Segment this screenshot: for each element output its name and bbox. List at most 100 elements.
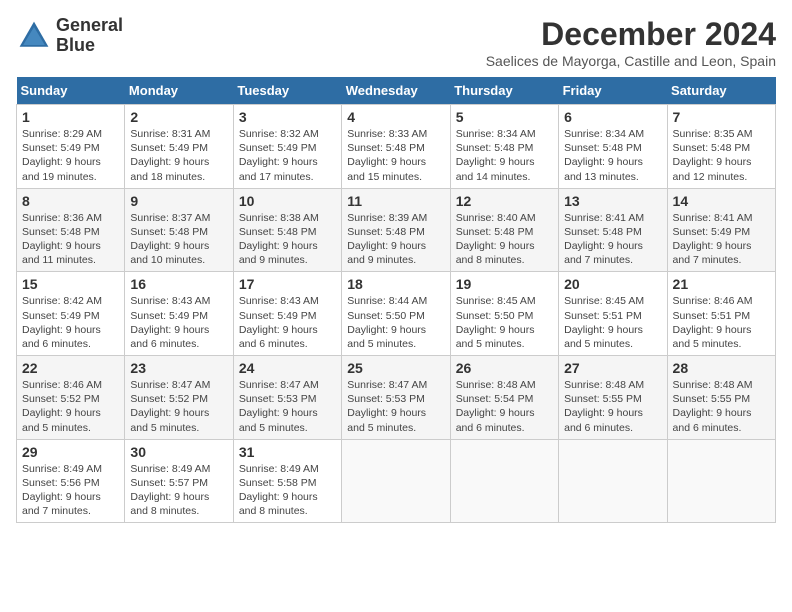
day-number: 17: [239, 276, 336, 292]
day-info: Sunrise: 8:36 AMSunset: 5:48 PMDaylight:…: [22, 211, 119, 268]
week-row-4: 22Sunrise: 8:46 AMSunset: 5:52 PMDayligh…: [17, 356, 776, 440]
day-number: 28: [673, 360, 770, 376]
column-header-friday: Friday: [559, 77, 667, 105]
day-info: Sunrise: 8:42 AMSunset: 5:49 PMDaylight:…: [22, 294, 119, 351]
day-number: 5: [456, 109, 553, 125]
day-number: 18: [347, 276, 444, 292]
day-info: Sunrise: 8:49 AMSunset: 5:58 PMDaylight:…: [239, 462, 336, 519]
day-number: 4: [347, 109, 444, 125]
calendar-cell: [450, 439, 558, 523]
day-info: Sunrise: 8:33 AMSunset: 5:48 PMDaylight:…: [347, 127, 444, 184]
day-info: Sunrise: 8:43 AMSunset: 5:49 PMDaylight:…: [130, 294, 227, 351]
calendar-cell: 20 Sunrise: 8:45 AMSunset: 5:51 PMDayligh…: [559, 272, 667, 356]
calendar-cell: 24 Sunrise: 8:47 AMSunset: 5:53 PMDayligh…: [233, 356, 341, 440]
calendar-cell: 1 Sunrise: 8:29 AMSunset: 5:49 PMDaylight…: [17, 105, 125, 189]
day-info: Sunrise: 8:34 AMSunset: 5:48 PMDaylight:…: [564, 127, 661, 184]
day-info: Sunrise: 8:41 AMSunset: 5:48 PMDaylight:…: [564, 211, 661, 268]
day-number: 16: [130, 276, 227, 292]
calendar-cell: 19Sunrise: 8:45 AMSunset: 5:50 PMDayligh…: [450, 272, 558, 356]
column-header-monday: Monday: [125, 77, 233, 105]
day-info: Sunrise: 8:29 AMSunset: 5:49 PMDaylight:…: [22, 127, 119, 184]
calendar-cell: 22Sunrise: 8:46 AMSunset: 5:52 PMDayligh…: [17, 356, 125, 440]
day-number: 14: [673, 193, 770, 209]
day-number: 15: [22, 276, 119, 292]
column-header-saturday: Saturday: [667, 77, 775, 105]
week-row-3: 15 Sunrise: 8:42 AMSunset: 5:49 PMDayligh…: [17, 272, 776, 356]
logo-text: General Blue: [56, 16, 123, 56]
day-number: 13: [564, 193, 661, 209]
calendar-cell: 3 Sunrise: 8:32 AMSunset: 5:49 PMDaylight…: [233, 105, 341, 189]
day-info: Sunrise: 8:49 AMSunset: 5:56 PMDaylight:…: [22, 462, 119, 519]
day-number: 20: [564, 276, 661, 292]
calendar-cell: 16 Sunrise: 8:43 AMSunset: 5:49 PMDayligh…: [125, 272, 233, 356]
day-number: 25: [347, 360, 444, 376]
day-info: Sunrise: 8:37 AMSunset: 5:48 PMDaylight:…: [130, 211, 227, 268]
day-info: Sunrise: 8:39 AMSunset: 5:48 PMDaylight:…: [347, 211, 444, 268]
calendar-cell: 27 Sunrise: 8:48 AMSunset: 5:55 PMDayligh…: [559, 356, 667, 440]
day-number: 7: [673, 109, 770, 125]
day-info: Sunrise: 8:31 AMSunset: 5:49 PMDaylight:…: [130, 127, 227, 184]
day-info: Sunrise: 8:48 AMSunset: 5:55 PMDaylight:…: [564, 378, 661, 435]
main-title: December 2024: [486, 16, 776, 53]
day-number: 21: [673, 276, 770, 292]
calendar-cell: 12Sunrise: 8:40 AMSunset: 5:48 PMDayligh…: [450, 188, 558, 272]
day-number: 3: [239, 109, 336, 125]
calendar-cell: 9 Sunrise: 8:37 AMSunset: 5:48 PMDaylight…: [125, 188, 233, 272]
week-row-2: 8 Sunrise: 8:36 AMSunset: 5:48 PMDaylight…: [17, 188, 776, 272]
day-info: Sunrise: 8:38 AMSunset: 5:48 PMDaylight:…: [239, 211, 336, 268]
day-number: 11: [347, 193, 444, 209]
day-number: 8: [22, 193, 119, 209]
calendar-cell: 6 Sunrise: 8:34 AMSunset: 5:48 PMDaylight…: [559, 105, 667, 189]
calendar-cell: 18 Sunrise: 8:44 AMSunset: 5:50 PMDayligh…: [342, 272, 450, 356]
calendar-cell: 13 Sunrise: 8:41 AMSunset: 5:48 PMDayligh…: [559, 188, 667, 272]
calendar-cell: 23Sunrise: 8:47 AMSunset: 5:52 PMDayligh…: [125, 356, 233, 440]
day-info: Sunrise: 8:44 AMSunset: 5:50 PMDaylight:…: [347, 294, 444, 351]
column-header-tuesday: Tuesday: [233, 77, 341, 105]
calendar-cell: 31 Sunrise: 8:49 AMSunset: 5:58 PMDayligh…: [233, 439, 341, 523]
logo-icon: [16, 18, 52, 54]
week-row-1: 1 Sunrise: 8:29 AMSunset: 5:49 PMDaylight…: [17, 105, 776, 189]
day-number: 2: [130, 109, 227, 125]
day-number: 22: [22, 360, 119, 376]
calendar-cell: 8 Sunrise: 8:36 AMSunset: 5:48 PMDaylight…: [17, 188, 125, 272]
day-number: 26: [456, 360, 553, 376]
page-header: General Blue December 2024 Saelices de M…: [16, 16, 776, 69]
calendar-cell: 21Sunrise: 8:46 AMSunset: 5:51 PMDayligh…: [667, 272, 775, 356]
day-number: 1: [22, 109, 119, 125]
calendar-cell: 15 Sunrise: 8:42 AMSunset: 5:49 PMDayligh…: [17, 272, 125, 356]
day-info: Sunrise: 8:47 AMSunset: 5:53 PMDaylight:…: [347, 378, 444, 435]
calendar-cell: 25 Sunrise: 8:47 AMSunset: 5:53 PMDayligh…: [342, 356, 450, 440]
column-header-sunday: Sunday: [17, 77, 125, 105]
calendar-cell: 2 Sunrise: 8:31 AMSunset: 5:49 PMDaylight…: [125, 105, 233, 189]
calendar-cell: 30 Sunrise: 8:49 AMSunset: 5:57 PMDayligh…: [125, 439, 233, 523]
calendar-cell: 14Sunrise: 8:41 AMSunset: 5:49 PMDayligh…: [667, 188, 775, 272]
day-info: Sunrise: 8:34 AMSunset: 5:48 PMDaylight:…: [456, 127, 553, 184]
day-info: Sunrise: 8:45 AMSunset: 5:51 PMDaylight:…: [564, 294, 661, 351]
day-number: 27: [564, 360, 661, 376]
day-number: 19: [456, 276, 553, 292]
day-number: 9: [130, 193, 227, 209]
calendar-cell: 5 Sunrise: 8:34 AMSunset: 5:48 PMDaylight…: [450, 105, 558, 189]
calendar-cell: [667, 439, 775, 523]
day-info: Sunrise: 8:48 AMSunset: 5:55 PMDaylight:…: [673, 378, 770, 435]
day-info: Sunrise: 8:43 AMSunset: 5:49 PMDaylight:…: [239, 294, 336, 351]
column-header-wednesday: Wednesday: [342, 77, 450, 105]
calendar-cell: [559, 439, 667, 523]
day-number: 23: [130, 360, 227, 376]
day-number: 31: [239, 444, 336, 460]
day-number: 29: [22, 444, 119, 460]
logo: General Blue: [16, 16, 123, 56]
header-row: SundayMondayTuesdayWednesdayThursdayFrid…: [17, 77, 776, 105]
day-info: Sunrise: 8:49 AMSunset: 5:57 PMDaylight:…: [130, 462, 227, 519]
day-number: 30: [130, 444, 227, 460]
day-number: 6: [564, 109, 661, 125]
calendar-cell: 7Sunrise: 8:35 AMSunset: 5:48 PMDaylight…: [667, 105, 775, 189]
day-info: Sunrise: 8:32 AMSunset: 5:49 PMDaylight:…: [239, 127, 336, 184]
title-area: December 2024 Saelices de Mayorga, Casti…: [486, 16, 776, 69]
calendar-cell: 10Sunrise: 8:38 AMSunset: 5:48 PMDayligh…: [233, 188, 341, 272]
subtitle: Saelices de Mayorga, Castille and Leon, …: [486, 53, 776, 69]
day-number: 24: [239, 360, 336, 376]
day-info: Sunrise: 8:47 AMSunset: 5:53 PMDaylight:…: [239, 378, 336, 435]
day-number: 12: [456, 193, 553, 209]
calendar-cell: 28 Sunrise: 8:48 AMSunset: 5:55 PMDayligh…: [667, 356, 775, 440]
